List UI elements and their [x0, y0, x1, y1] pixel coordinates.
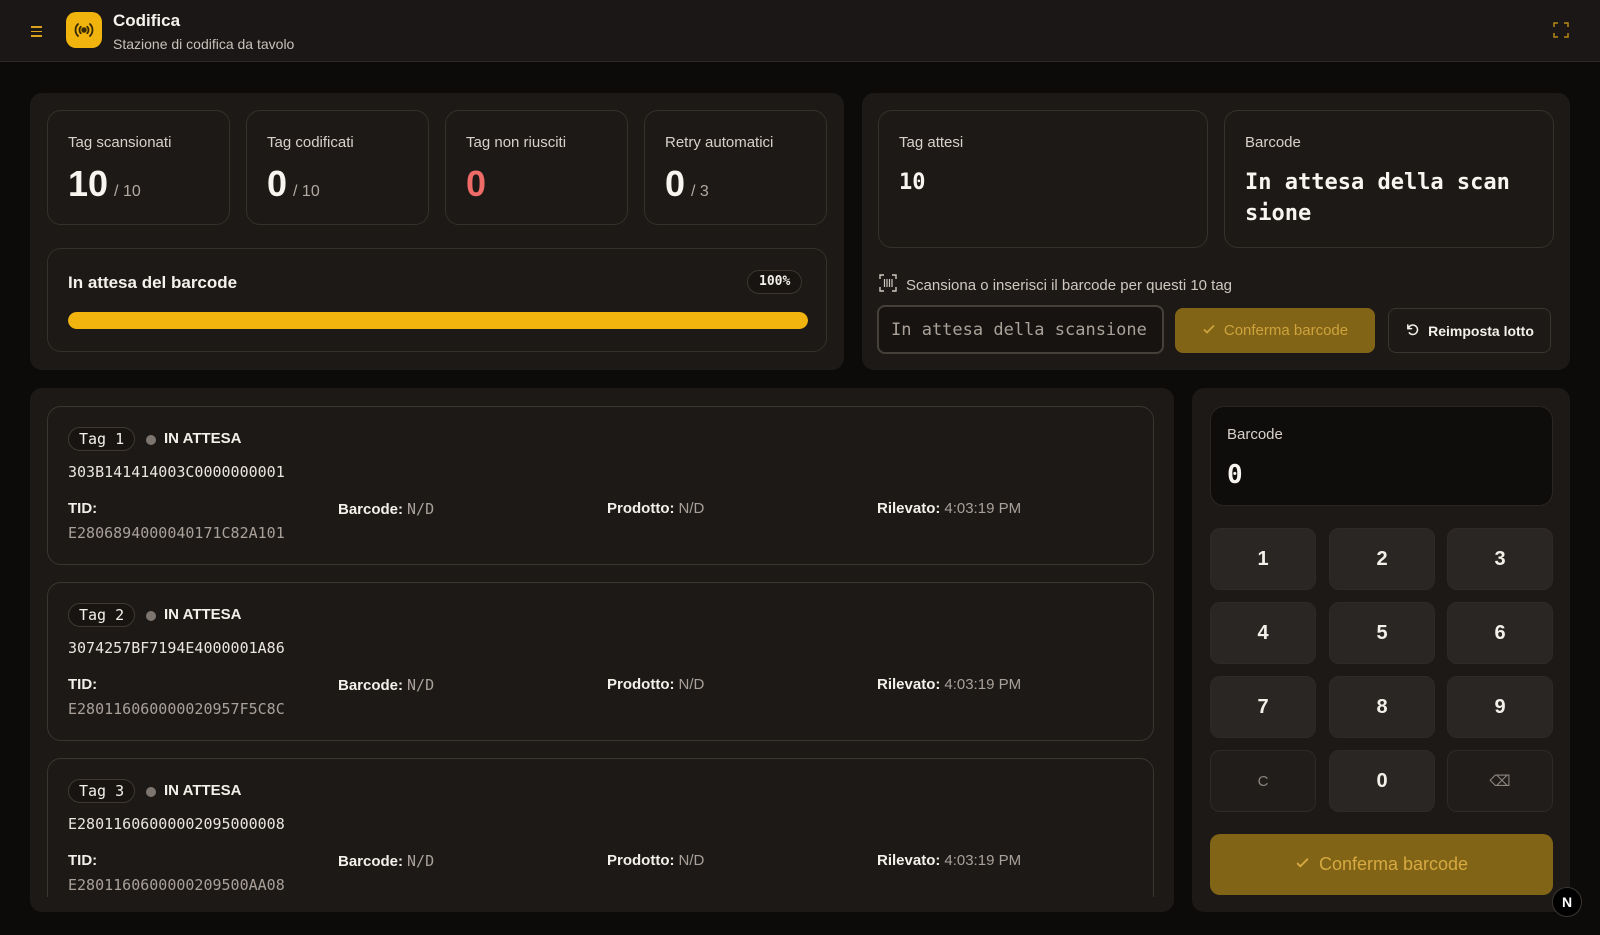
stat-value: 0/ 10: [267, 163, 320, 204]
keypad-key-6[interactable]: 6: [1447, 602, 1553, 664]
tag-status: IN ATTESA: [164, 782, 242, 799]
top-bar: Codifica Stazione di codifica da tavolo: [0, 0, 1600, 62]
stat-card-scanned: Tag scansionati 10/ 10: [47, 110, 230, 225]
scan-hint-text: Scansiona o inserisci il barcode per que…: [906, 276, 1233, 294]
stat-label: Tag scansionati: [68, 134, 172, 151]
scan-hint: Scansiona o inserisci il barcode per que…: [879, 274, 1232, 296]
keypad-confirm-label: Conferma barcode: [1318, 854, 1469, 874]
expected-tags-value: 10: [899, 170, 926, 195]
tid-value: E280116060000020957F5C8C: [68, 700, 285, 718]
keypad-display-label: Barcode: [1227, 426, 1283, 443]
product-field: Prodotto: N/D: [607, 500, 705, 517]
stat-card-encoded: Tag codificati 0/ 10: [246, 110, 429, 225]
keypad-display-value: 0: [1227, 460, 1243, 490]
app-title: Codifica: [113, 11, 181, 30]
reset-batch-button[interactable]: Reimposta lotto: [1388, 308, 1551, 353]
detected-field: Rilevato: 4:03:19 PM: [877, 500, 1022, 517]
barcode-scan-icon: [879, 274, 897, 296]
tid-value: E2806894000040171C82A101: [68, 524, 285, 542]
progress-fill: [68, 312, 808, 329]
status-dot: [146, 435, 156, 445]
confirm-barcode-label: Conferma barcode: [1223, 322, 1349, 339]
stat-label: Tag codificati: [267, 134, 354, 151]
tid-label: TID:: [68, 676, 98, 693]
check-icon: [1202, 322, 1216, 340]
tag-card: Tag 2 IN ATTESA 3074257BF7194E4000001A86…: [47, 582, 1154, 741]
keypad-clear-button[interactable]: C: [1210, 750, 1316, 812]
progress-percent-badge: 100%: [747, 270, 803, 294]
stats-panel: Tag scansionati 10/ 10 Tag codificati 0/…: [30, 93, 844, 370]
keypad-confirm-barcode-button[interactable]: Conferma barcode: [1210, 834, 1553, 895]
tag-status: IN ATTESA: [164, 606, 242, 623]
barcode-status-card: Barcode In attesa della scan sione: [1224, 110, 1554, 248]
status-dot: [146, 787, 156, 797]
progress-bar: [68, 312, 808, 329]
backspace-icon[interactable]: ⌫: [1447, 750, 1553, 812]
tid-value: E2801160600000209500AA08: [68, 876, 285, 894]
confirm-barcode-button[interactable]: Conferma barcode: [1175, 308, 1375, 353]
barcode-input[interactable]: [877, 305, 1164, 354]
tid-label: TID:: [68, 852, 98, 869]
stat-value: 0/ 3: [665, 163, 709, 204]
keypad-key-1[interactable]: 1: [1210, 528, 1316, 590]
keypad-key-5[interactable]: 5: [1329, 602, 1435, 664]
reset-batch-label: Reimposta lotto: [1428, 322, 1534, 339]
hamburger-icon[interactable]: [28, 22, 46, 40]
tag-number-pill: Tag 2: [68, 603, 136, 627]
progress-card: In attesa del barcode 100%: [47, 248, 827, 352]
tag-card: Tag 1 IN ATTESA 303B141414003C0000000001…: [47, 406, 1154, 565]
tag-number-pill: Tag 3: [68, 779, 136, 803]
tag-list[interactable]: Tag 1 IN ATTESA 303B141414003C0000000001…: [47, 406, 1155, 897]
keypad-key-3[interactable]: 3: [1447, 528, 1553, 590]
keypad-key-0[interactable]: 0: [1329, 750, 1435, 812]
keypad-display: Barcode 0: [1210, 406, 1553, 506]
app-subtitle: Stazione di codifica da tavolo: [113, 36, 295, 52]
tag-epc: E28011606000002095000008: [68, 815, 285, 833]
progress-title: In attesa del barcode: [68, 273, 238, 292]
tag-card: Tag 3 IN ATTESA E28011606000002095000008…: [47, 758, 1154, 897]
stat-label: Tag non riusciti: [466, 134, 567, 151]
barcode-field: Barcode: N/D: [338, 852, 435, 870]
barcode-status-value: In attesa della scan sione: [1245, 170, 1510, 226]
detected-field: Rilevato: 4:03:19 PM: [877, 852, 1022, 869]
fullscreen-icon[interactable]: [1553, 22, 1569, 38]
stat-value: 0: [466, 163, 487, 204]
tag-number-pill: Tag 1: [68, 427, 136, 451]
stat-label: Retry automatici: [665, 134, 774, 151]
barcode-status-label: Barcode: [1245, 134, 1301, 151]
broadcast-icon: [66, 12, 102, 48]
check-icon: [1295, 854, 1310, 875]
corner-badge[interactable]: N: [1552, 887, 1582, 917]
keypad-key-4[interactable]: 4: [1210, 602, 1316, 664]
product-field: Prodotto: N/D: [607, 676, 705, 693]
keypad-key-2[interactable]: 2: [1329, 528, 1435, 590]
status-dot: [146, 611, 156, 621]
tag-epc: 3074257BF7194E4000001A86: [68, 639, 285, 657]
tag-epc: 303B141414003C0000000001: [68, 463, 285, 481]
barcode-field: Barcode: N/D: [338, 676, 435, 694]
product-field: Prodotto: N/D: [607, 852, 705, 869]
keypad-key-7[interactable]: 7: [1210, 676, 1316, 738]
keypad-key-9[interactable]: 9: [1447, 676, 1553, 738]
tag-status: IN ATTESA: [164, 430, 242, 447]
barcode-field: Barcode: N/D: [338, 500, 435, 518]
detected-field: Rilevato: 4:03:19 PM: [877, 676, 1022, 693]
tid-label: TID:: [68, 500, 98, 517]
expected-tags-label: Tag attesi: [899, 134, 964, 151]
stat-card-retries: Retry automatici 0/ 3: [644, 110, 827, 225]
stat-card-failed: Tag non riusciti 0: [445, 110, 628, 225]
keypad-key-8[interactable]: 8: [1329, 676, 1435, 738]
expected-tags-card: Tag attesi 10: [878, 110, 1208, 248]
stat-value: 10/ 10: [68, 163, 141, 204]
reset-icon: [1405, 322, 1420, 340]
